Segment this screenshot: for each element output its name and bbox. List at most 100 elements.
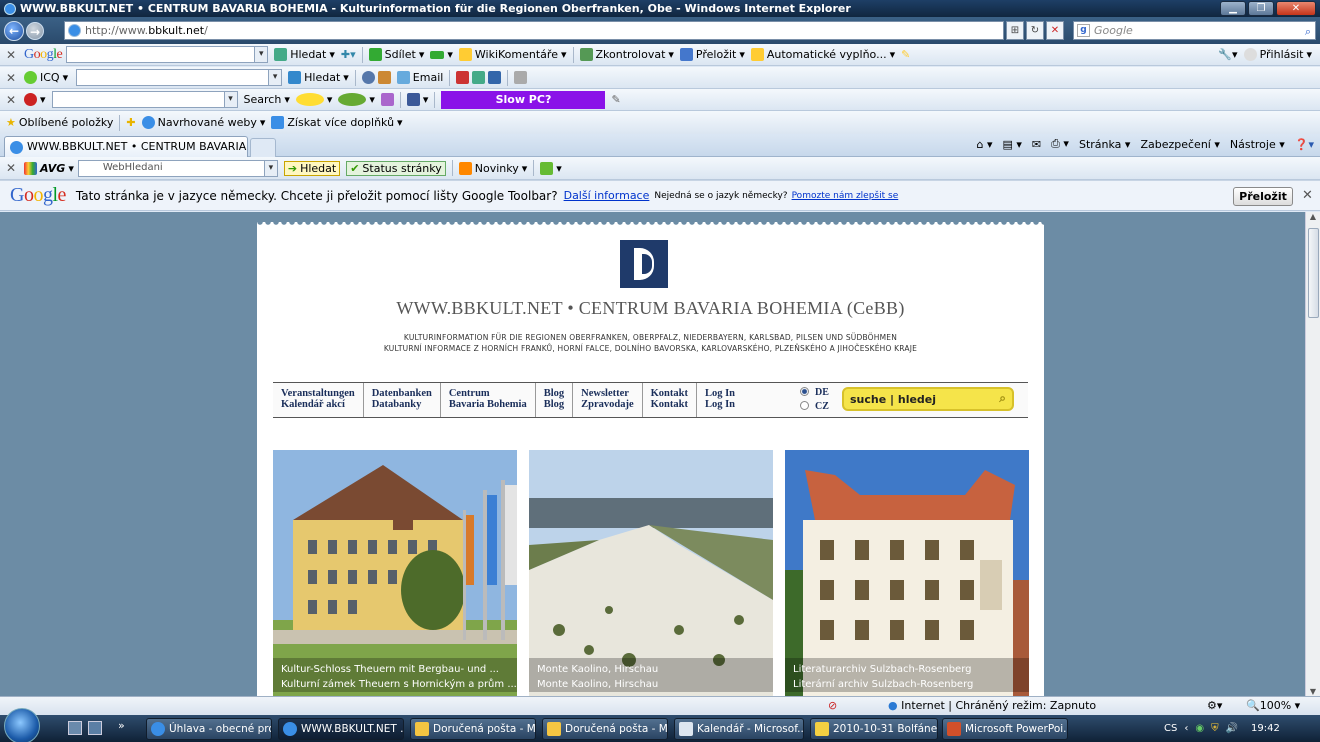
icq-apps-icon[interactable] (456, 71, 502, 84)
addon-status-icon[interactable]: ⚙▾ (1207, 699, 1222, 712)
tools-menu[interactable]: Nástroje ▾ (1230, 138, 1285, 151)
wiki-button[interactable]: WikiKomentáře ▾ (458, 48, 567, 61)
nav-blog[interactable]: Blog Blog (536, 383, 574, 417)
slowpc-banner[interactable]: Slow PC? (441, 90, 606, 109)
security-menu[interactable]: Zabezpečení ▾ (1140, 138, 1219, 151)
search-icon[interactable]: ⌕ (1305, 23, 1311, 40)
avg-search-button[interactable]: ➔ Hledat (283, 160, 341, 176)
share-button[interactable]: Sdílet ▾ (368, 48, 424, 61)
zone-info[interactable]: ● Internet | Chráněný režim: Zapnuto (888, 699, 1096, 712)
bbkult-logo[interactable] (620, 240, 668, 288)
icq-search-field[interactable] (76, 69, 283, 86)
vertical-scrollbar[interactable]: ▲ ▼ (1305, 212, 1320, 696)
clock[interactable]: 19:42 (1251, 723, 1280, 734)
new-tab-button[interactable] (250, 138, 276, 157)
avg-news-button[interactable]: Novinky ▾ (458, 161, 527, 175)
zoom-control[interactable]: 🔍100% ▾ (1246, 699, 1300, 712)
home-icon[interactable]: ⌂ ▾ (976, 138, 992, 151)
signin-button[interactable]: Přihlásit ▾ (1243, 48, 1312, 61)
tray-expand-icon[interactable]: ‹ (1184, 723, 1188, 734)
show-desktop-icon[interactable] (68, 721, 82, 735)
translate-page-button[interactable]: Přeložit (1233, 187, 1293, 206)
feature-image-theuern[interactable]: Kultur-Schloss Theuern mit Bergbau- und … (273, 450, 517, 696)
site-search-input[interactable]: suche | hledej ⌕ (842, 387, 1014, 411)
check-button[interactable]: Zkontrolovat ▾ (579, 48, 674, 61)
dance-icon[interactable] (380, 93, 394, 106)
search-input[interactable]: g Google ⌕ (1073, 21, 1316, 40)
pagerank-icon[interactable]: ▾ (430, 48, 453, 61)
nav-newsletter[interactable]: Newsletter Zpravodaje (573, 383, 643, 417)
close-toolbar-icon[interactable]: ✕ (4, 93, 18, 107)
avg-status-button[interactable]: ✔ Status stránky (346, 160, 446, 176)
search-icon[interactable]: ⌕ (999, 391, 1006, 406)
nav-login[interactable]: Log In Log In (697, 383, 743, 417)
google-search-button[interactable]: Hledat ▾ (274, 48, 335, 61)
pen-icon[interactable]: ✎ (611, 93, 620, 106)
lang-cz-radio[interactable]: CZ (800, 400, 829, 414)
maximize-button[interactable]: ❐ (1248, 1, 1274, 16)
avg-logo[interactable]: AVG ▾ (24, 161, 74, 175)
feature-image-kaolino[interactable]: Monte Kaolino, Hirschau Monte Kaolino, Hi… (529, 450, 773, 696)
help-improve-link[interactable]: Pomozte nám zlepšit se (792, 191, 899, 201)
popup-blocked-icon[interactable]: ⊘ (828, 699, 837, 712)
add-favorite-icon[interactable]: ✚ (126, 116, 135, 129)
nav-centrum[interactable]: Centrum Bavaria Bohemia (441, 383, 536, 417)
switch-windows-icon[interactable] (88, 721, 102, 735)
mail-icon[interactable]: ✉ (1032, 138, 1041, 151)
close-toolbar-icon[interactable]: ✕ (4, 48, 18, 62)
refresh-icon[interactable]: ↻ (1026, 21, 1044, 40)
close-translate-icon[interactable]: ✕ (1302, 188, 1313, 203)
forward-button[interactable]: → (26, 21, 44, 40)
nav-databases[interactable]: Datenbanken Databanky (364, 383, 441, 417)
icq-logo[interactable]: ICQ ▾ (24, 71, 68, 84)
nav-contact[interactable]: Kontakt Kontakt (643, 383, 697, 417)
smiley-icon[interactable]: ▾ (295, 93, 332, 106)
suggested-sites-button[interactable]: Navrhované weby ▾ (141, 116, 265, 129)
close-button[interactable]: ✕ (1276, 1, 1316, 16)
address-bar[interactable]: http://www. bbkult.net / (64, 21, 1004, 40)
start-button[interactable] (4, 707, 40, 742)
facebook-icon[interactable]: ▾ (406, 93, 428, 106)
avg-search-field[interactable]: WebHledani (77, 159, 278, 177)
nav-events[interactable]: Veranstaltungen Kalendář akcí (273, 383, 364, 417)
network-icon[interactable]: ◉ (1195, 723, 1204, 734)
feeds-icon[interactable]: ▤ ▾ (1003, 138, 1022, 151)
shield-icon[interactable]: ⛨ (1211, 723, 1219, 734)
third-search-button[interactable]: Search ▾ (244, 93, 290, 106)
eyes-icon[interactable]: ▾ (338, 93, 375, 106)
translate-button[interactable]: Přeložit ▾ (679, 48, 745, 61)
close-toolbar-icon[interactable]: ✕ (4, 71, 18, 85)
third-search-field[interactable] (51, 91, 238, 108)
taskbar-button-bbkult[interactable]: WWW.BBKULT.NET ... (278, 718, 404, 740)
back-button[interactable]: ← (4, 20, 24, 41)
scrollbar-thumb[interactable] (1308, 228, 1319, 318)
compat-view-icon[interactable]: ⊞ (1006, 21, 1024, 40)
feature-image-sulzbach[interactable]: Literaturarchiv Sulzbach-Rosenberg Literá… (785, 450, 1029, 696)
taskbar-button-inbox-2[interactable]: Doručená pošta - M... (542, 718, 668, 740)
stop-icon[interactable]: ✕ (1046, 21, 1064, 40)
taskbar-button-bolfanek[interactable]: 2010-10-31 Bolfánek (810, 718, 938, 740)
quicklaunch-chevron-icon[interactable]: » (118, 719, 125, 732)
speaker-icon[interactable]: 🔊 (1226, 723, 1238, 734)
taskbar-button-calendar[interactable]: Kalendář - Microsof... (674, 718, 804, 740)
tab-bbkult[interactable]: WWW.BBKULT.NET • CENTRUM BAVARIA BOHE... (4, 136, 248, 157)
taskbar-button-inbox-1[interactable]: Doručená pošta - M... (410, 718, 536, 740)
close-toolbar-icon[interactable]: ✕ (4, 161, 18, 175)
bookmark-icon[interactable]: ✚▾ (341, 48, 356, 61)
help-icon[interactable]: ❓▾ (1295, 138, 1314, 151)
taskbar-button-uhlava[interactable]: Úhlava - obecné pro... (146, 718, 272, 740)
icq-tool-icon[interactable] (361, 71, 391, 84)
more-info-link[interactable]: Další informace (564, 189, 650, 202)
autofill-button[interactable]: Automatické vyplňo... ▾ (750, 48, 895, 61)
minimize-button[interactable]: ▁ (1220, 1, 1246, 16)
favorites-button[interactable]: ★ Oblíbené položky (6, 116, 113, 129)
language-indicator[interactable]: CS (1164, 723, 1177, 734)
icq-search-button[interactable]: Hledat ▾ (288, 71, 349, 84)
email-button[interactable]: Email (396, 71, 443, 84)
print-icon[interactable]: ⎙ ▾ (1051, 137, 1069, 151)
settings-icon[interactable]: 🔧▾ (1218, 48, 1237, 61)
highlight-icon[interactable]: ✎ (901, 48, 910, 61)
taskbar-button-powerpoint[interactable]: Microsoft PowerPoi... (942, 718, 1068, 740)
icq-options-icon[interactable] (514, 71, 528, 84)
ladybug-icon[interactable]: ▾ (24, 93, 46, 106)
